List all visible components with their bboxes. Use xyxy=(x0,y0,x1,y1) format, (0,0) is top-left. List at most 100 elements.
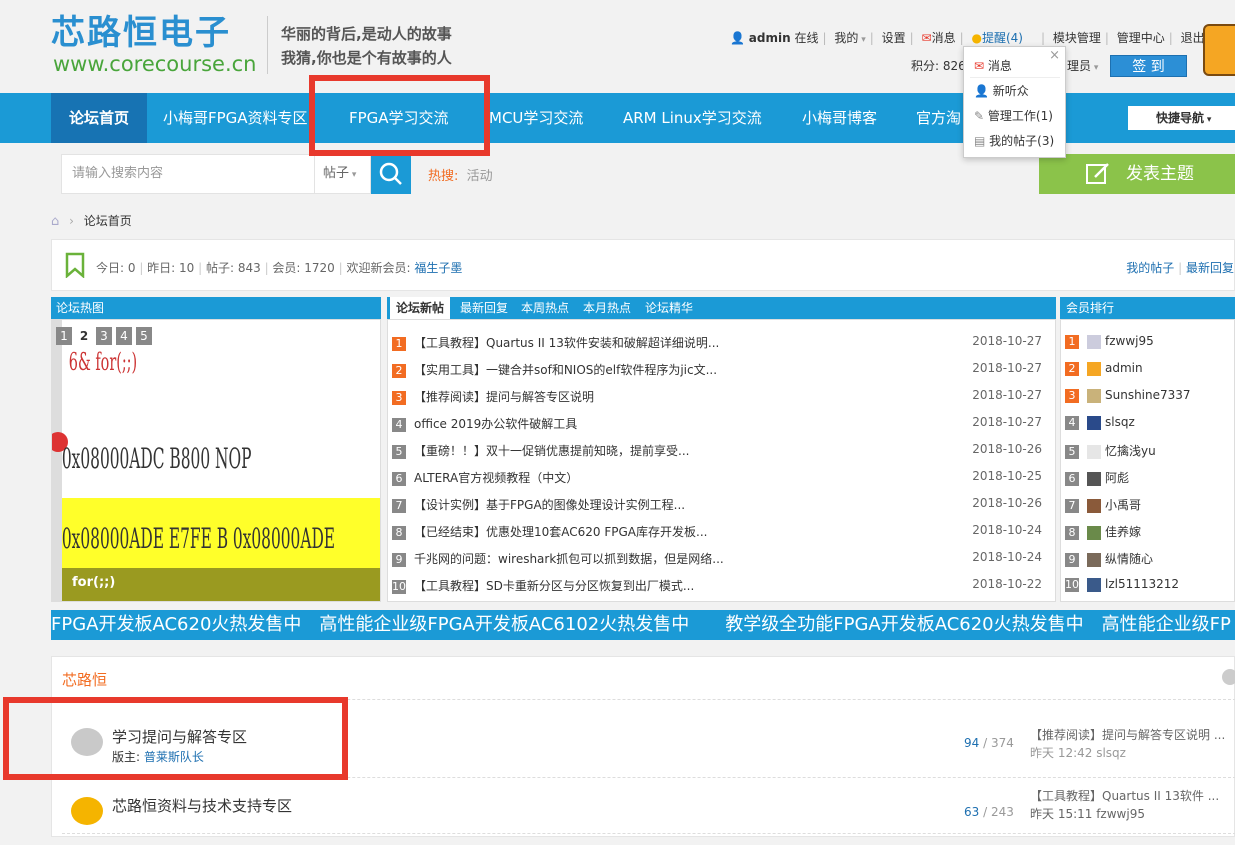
hot-search-item[interactable]: 活动 xyxy=(467,169,493,184)
username-link[interactable]: admin xyxy=(749,31,791,45)
new-thread-button[interactable]: 发表主题 xyxy=(1039,154,1235,194)
member-name[interactable]: 小禹哥 xyxy=(1105,498,1141,512)
nav-item-mcu-learning[interactable]: MCU学习交流 xyxy=(489,93,583,143)
member-name[interactable]: 阿彪 xyxy=(1105,471,1129,485)
hot-image-slider[interactable]: 6& for(;;) 0x08000ADC B800 NOP 0x08000AD… xyxy=(51,319,381,602)
post-title[interactable]: ALTERA官方视频教程（中文） xyxy=(414,471,578,485)
post-title[interactable]: 【重磅！！】双十一促销优惠提前知晓，提前享受... xyxy=(414,444,689,458)
tab-new-posts[interactable]: 论坛新帖 xyxy=(390,297,451,319)
section-title[interactable]: 芯路恒 xyxy=(62,669,107,690)
list-item[interactable]: 3 Sunshine7337 xyxy=(1065,388,1235,408)
role-menu[interactable]: 理员 ▾ xyxy=(1067,57,1098,74)
last-post-title[interactable]: 【推荐阅读】提问与解答专区说明 ... xyxy=(1030,726,1225,744)
post-title[interactable]: 千兆网的问题：wireshark抓包可以抓到数据，但是网络... xyxy=(414,552,724,566)
forum-name[interactable]: 芯路恒资料与技术支持专区 xyxy=(112,795,292,816)
search-button[interactable] xyxy=(371,154,411,194)
nav-item-arm-linux[interactable]: ARM Linux学习交流 xyxy=(623,93,762,143)
post-title[interactable]: 【推荐阅读】提问与解答专区说明 xyxy=(414,390,594,404)
breadcrumb-home[interactable]: 论坛首页 xyxy=(84,214,132,228)
my-posts-link[interactable]: 我的帖子 xyxy=(1126,261,1174,275)
admin-center-link[interactable]: 管理中心 xyxy=(1117,31,1165,45)
list-item[interactable]: 1 fzwwj95 xyxy=(1065,334,1235,354)
rank-number: 4 xyxy=(1065,415,1079,430)
pager-2[interactable]: 2 xyxy=(76,327,92,345)
pager-4[interactable]: 4 xyxy=(116,327,132,345)
points-display[interactable]: 积分: 826 xyxy=(911,57,966,74)
popup-item-my-posts[interactable]: ▤ 我的帖子(3) xyxy=(974,132,1054,149)
hot-search-label: 热搜: xyxy=(428,169,459,184)
list-item[interactable]: 5 忆擒浅yu xyxy=(1065,442,1235,462)
tab-featured[interactable]: 论坛精华 xyxy=(645,297,693,319)
list-item[interactable]: 8 【已经结束】优惠处理10套AC620 FPGA库存开发板... 2018-10-… xyxy=(392,523,1052,543)
list-item[interactable]: 8 佳养嫁 xyxy=(1065,523,1235,543)
nav-item-home[interactable]: 论坛首页 xyxy=(51,93,147,143)
pager-3[interactable]: 3 xyxy=(96,327,112,345)
tab-weekly-hot[interactable]: 本周热点 xyxy=(521,297,569,319)
list-item[interactable]: 3 【推荐阅读】提问与解答专区说明 2018-10-27 xyxy=(392,388,1052,408)
home-icon[interactable]: ⌂ xyxy=(51,214,59,229)
search-type-select[interactable]: 帖子 ▾ xyxy=(315,154,371,194)
close-icon[interactable]: × xyxy=(1049,48,1060,63)
logo-text[interactable]: 芯路恒电子 xyxy=(51,14,231,52)
member-name[interactable]: 纵情随心 xyxy=(1105,552,1153,566)
tab-latest-reply[interactable]: 最新回复 xyxy=(460,297,508,319)
list-item[interactable]: 9 纵情随心 xyxy=(1065,550,1235,570)
settings-link[interactable]: 设置 xyxy=(882,31,906,45)
module-manage-link[interactable]: 模块管理 xyxy=(1053,31,1101,45)
list-item[interactable]: 4 office 2019办公软件破解工具 2018-10-27 xyxy=(392,415,1052,435)
popup-item-admin-work[interactable]: ✎ 管理工作(1) xyxy=(974,107,1053,124)
logo-url[interactable]: www.corecourse.cn xyxy=(53,52,257,76)
list-item[interactable]: 6 阿彪 xyxy=(1065,469,1235,489)
my-menu[interactable]: 我的 xyxy=(834,31,858,45)
last-post-time[interactable]: 昨天 15:11 fzwwj95 xyxy=(1030,805,1219,823)
list-item[interactable]: 10 【工具教程】SD卡重新分区与分区恢复到出厂模式... 2018-10-22 xyxy=(392,577,1052,597)
member-name[interactable]: 忆擒浅yu xyxy=(1105,444,1156,458)
post-title[interactable]: 【工具教程】Quartus II 13软件安装和破解超详细说明... xyxy=(414,336,719,350)
tab-monthly-hot[interactable]: 本月热点 xyxy=(583,297,631,319)
quick-nav-button[interactable]: 快捷导航 ▾ xyxy=(1128,106,1235,130)
list-item[interactable]: 4 slsqz xyxy=(1065,415,1235,435)
post-title[interactable]: 【工具教程】SD卡重新分区与分区恢复到出厂模式... xyxy=(414,579,694,593)
popup-item-new-followers[interactable]: 👤 新听众 xyxy=(974,82,1029,99)
member-name[interactable]: admin xyxy=(1105,361,1143,375)
checkin-button[interactable]: 签 到 xyxy=(1110,55,1187,77)
post-date: 2018-10-26 xyxy=(972,442,1042,456)
post-date: 2018-10-24 xyxy=(972,523,1042,537)
post-title[interactable]: 【设计实例】基于FPGA的图像处理设计实例工程... xyxy=(414,498,685,512)
reminders-link[interactable]: 提醒(4) xyxy=(982,31,1023,45)
messages-link[interactable]: 消息 xyxy=(932,31,956,45)
member-name[interactable]: 佳养嫁 xyxy=(1105,525,1141,539)
member-name[interactable]: Sunshine7337 xyxy=(1105,388,1191,402)
pager-1[interactable]: 1 xyxy=(56,327,72,345)
post-title[interactable]: office 2019办公软件破解工具 xyxy=(414,417,577,431)
announcement-ticker[interactable]: FPGA开发板AC620火热发售中 高性能企业级FPGA开发板AC6102火热发… xyxy=(51,610,1235,640)
member-name[interactable]: slsqz xyxy=(1105,415,1135,429)
list-item[interactable]: 2 admin xyxy=(1065,361,1235,381)
latest-reply-link[interactable]: 最新回复 xyxy=(1186,261,1234,275)
list-item[interactable]: 7 【设计实例】基于FPGA的图像处理设计实例工程... 2018-10-26 xyxy=(392,496,1052,516)
list-item[interactable]: 9 千兆网的问题：wireshark抓包可以抓到数据，但是网络... 2018-10… xyxy=(392,550,1052,570)
collapse-icon[interactable] xyxy=(1222,669,1235,685)
nav-item-taobao[interactable]: 官方淘 xyxy=(916,93,961,143)
member-name[interactable]: lzl51113212 xyxy=(1105,577,1179,591)
last-post-time[interactable]: 昨天 12:42 slsqz xyxy=(1030,744,1225,762)
list-item[interactable]: 1 【工具教程】Quartus II 13软件安装和破解超详细说明... 2018-… xyxy=(392,334,1052,354)
newest-member-link[interactable]: 福生子墨 xyxy=(414,261,462,275)
search-input[interactable]: 请输入搜索内容 xyxy=(61,154,315,194)
list-item[interactable]: 6 ALTERA官方视频教程（中文） 2018-10-25 xyxy=(392,469,1052,489)
popup-item-messages[interactable]: ✉ 消息 xyxy=(974,57,1012,74)
nav-item-blog[interactable]: 小梅哥博客 xyxy=(802,93,877,143)
rank-number: 9 xyxy=(1065,552,1079,567)
last-post-title[interactable]: 【工具教程】Quartus II 13软件 ... xyxy=(1030,787,1219,805)
nav-item-fpga-resources[interactable]: 小梅哥FPGA资料专区 xyxy=(163,93,308,143)
post-title[interactable]: 【已经结束】优惠处理10套AC620 FPGA库存开发板... xyxy=(414,525,707,539)
list-item[interactable]: 5 【重磅！！】双十一促销优惠提前知晓，提前享受... 2018-10-26 xyxy=(392,442,1052,462)
post-title[interactable]: 【实用工具】一键合并sof和NIOS的elf软件程序为jic文... xyxy=(414,363,717,377)
avatar[interactable] xyxy=(1203,24,1235,76)
logout-link[interactable]: 退出 xyxy=(1181,31,1205,45)
pager-5[interactable]: 5 xyxy=(136,327,152,345)
list-item[interactable]: 7 小禹哥 xyxy=(1065,496,1235,516)
member-name[interactable]: fzwwj95 xyxy=(1105,334,1154,348)
list-item[interactable]: 10 lzl51113212 xyxy=(1065,577,1235,597)
list-item[interactable]: 2 【实用工具】一键合并sof和NIOS的elf软件程序为jic文... 2018-… xyxy=(392,361,1052,381)
